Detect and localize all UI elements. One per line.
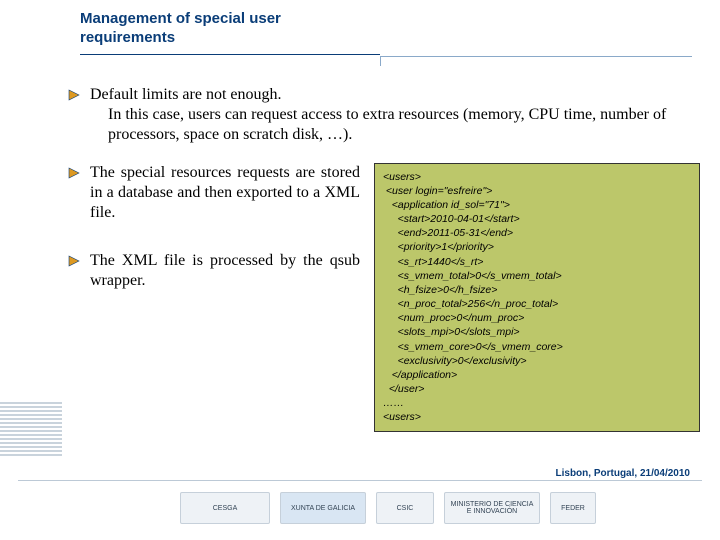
left-column: The special resources requests are store… <box>90 163 360 319</box>
logo-csic: CSIC <box>376 492 434 524</box>
logo-xunta: XUNTA DE GALICIA <box>280 492 366 524</box>
bullet-3: The XML file is processed by the qsub wr… <box>90 251 360 291</box>
slide-title: Management of special user requirements <box>80 10 720 48</box>
footer-location-date: Lisbon, Portugal, 21/04/2010 <box>556 468 691 479</box>
xml-code-box: <users> <user login="esfreire"> <applica… <box>374 163 700 432</box>
bullet-arrow-icon <box>68 254 82 268</box>
bullet-1-sub: In this case, users can request access t… <box>90 105 700 145</box>
bullet-2: The special resources requests are store… <box>90 163 360 223</box>
bullet-2-text: The special resources requests are store… <box>90 163 360 223</box>
content-row: The special resources requests are store… <box>90 163 700 432</box>
bullet-1: Default limits are not enough. In this c… <box>90 85 700 145</box>
bullet-arrow-icon <box>68 166 82 180</box>
logo-cesga: CESGA <box>180 492 270 524</box>
bullet-3-text: The XML file is processed by the qsub wr… <box>90 251 360 291</box>
footer-logos: CESGA XUNTA DE GALICIA CSIC MINISTERIO D… <box>180 488 680 528</box>
logo-feder: FEDER <box>550 492 596 524</box>
title-line-2: requirements <box>80 29 175 46</box>
logo-ministerio: MINISTERIO DE CIENCIA E INNOVACIÓN <box>444 492 540 524</box>
bullet-arrow-icon <box>68 88 82 102</box>
bullet-1-text: Default limits are not enough. In this c… <box>90 85 700 145</box>
bullet-1-main: Default limits are not enough. <box>90 86 282 103</box>
slide-header: Management of special user requirements <box>0 0 720 61</box>
title-line-1: Management of special user <box>80 10 281 27</box>
side-stripe-decoration <box>0 400 62 456</box>
slide-content: Default limits are not enough. In this c… <box>0 61 720 432</box>
footer-separator <box>18 480 702 481</box>
title-underline <box>80 54 380 55</box>
